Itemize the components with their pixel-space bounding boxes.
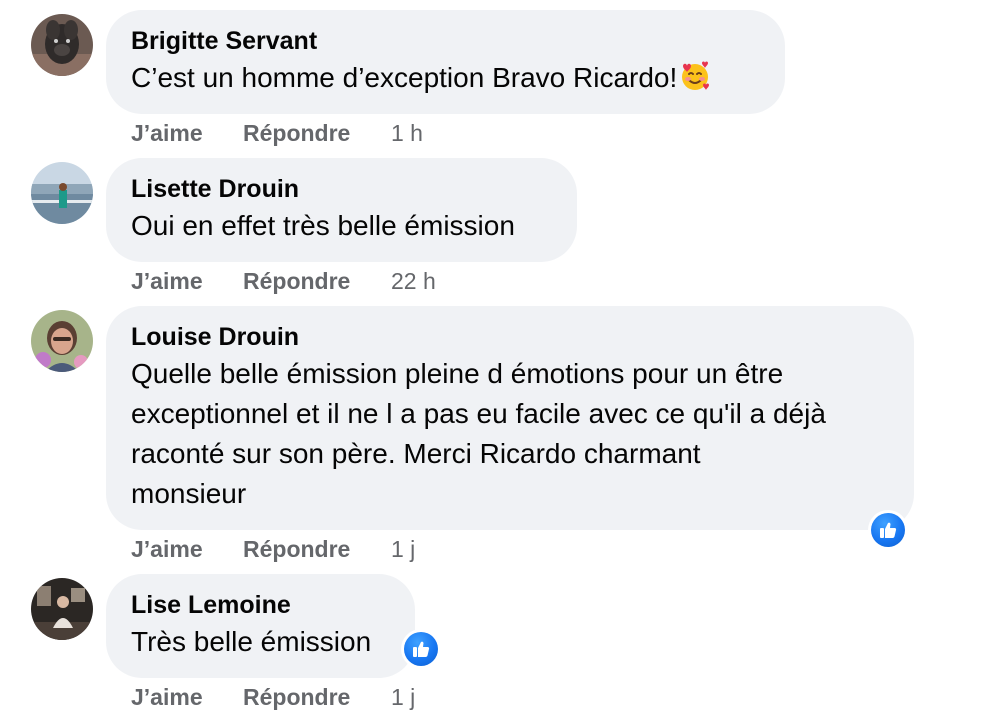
avatar[interactable] — [31, 162, 93, 224]
comment-actions: J’aime Répondre 1 j — [131, 536, 415, 563]
smiling-face-with-hearts-icon — [679, 60, 711, 92]
avatar-portrait-icon — [31, 310, 93, 372]
like-link[interactable]: J’aime — [131, 268, 243, 295]
comment-text: Quelle belle émission pleine d émotions … — [131, 354, 889, 514]
comment-author[interactable]: Louise Drouin — [131, 320, 889, 354]
avatar[interactable] — [31, 310, 93, 372]
like-link[interactable]: J’aime — [131, 536, 243, 563]
comment-line: raconté sur son père. Merci Ricardo char… — [131, 438, 701, 469]
reply-link[interactable]: Répondre — [243, 684, 391, 711]
comment-line: monsieur — [131, 478, 247, 509]
comment-bubble[interactable]: Lise Lemoine Très belle émission — [106, 574, 415, 678]
comment-line: Quelle belle émission pleine d émotions … — [131, 358, 784, 389]
reply-link[interactable]: Répondre — [243, 268, 391, 295]
like-link[interactable]: J’aime — [131, 684, 243, 711]
comment-bubble[interactable]: Brigitte Servant C’est un homme d’except… — [106, 10, 785, 114]
like-link[interactable]: J’aime — [131, 120, 243, 147]
reaction-badge[interactable] — [401, 629, 441, 669]
comment-actions: J’aime Répondre 22 h — [131, 268, 436, 295]
timestamp[interactable]: 22 h — [391, 268, 436, 295]
comment-author[interactable]: Lisette Drouin — [131, 172, 552, 206]
reaction-badge[interactable] — [868, 510, 908, 550]
avatar-landscape-icon — [31, 162, 93, 224]
reply-link[interactable]: Répondre — [243, 120, 391, 147]
comment-text: C’est un homme d’exception Bravo Ricardo… — [131, 58, 760, 98]
avatar-dog-icon — [31, 14, 93, 76]
avatar[interactable] — [31, 578, 93, 640]
comment-text: Oui en effet très belle émission — [131, 210, 515, 241]
comment-line: exceptionnel et il ne l a pas eu facile … — [131, 398, 826, 429]
like-icon — [404, 632, 438, 666]
timestamp[interactable]: 1 j — [391, 536, 415, 563]
comment-text: Très belle émission — [131, 626, 372, 657]
reply-link[interactable]: Répondre — [243, 536, 391, 563]
avatar-room-icon — [31, 578, 93, 640]
comment-actions: J’aime Répondre 1 h — [131, 120, 423, 147]
comment-bubble[interactable]: Lisette Drouin Oui en effet très belle é… — [106, 158, 577, 262]
avatar[interactable] — [31, 14, 93, 76]
like-icon — [871, 513, 905, 547]
timestamp[interactable]: 1 j — [391, 684, 415, 711]
timestamp[interactable]: 1 h — [391, 120, 423, 147]
comment-author[interactable]: Lise Lemoine — [131, 588, 390, 622]
comment-line: C’est un homme d’exception Bravo Ricardo… — [131, 62, 678, 93]
comment-author[interactable]: Brigitte Servant — [131, 24, 760, 58]
comment-actions: J’aime Répondre 1 j — [131, 684, 415, 711]
comment-bubble[interactable]: Louise Drouin Quelle belle émission plei… — [106, 306, 914, 530]
